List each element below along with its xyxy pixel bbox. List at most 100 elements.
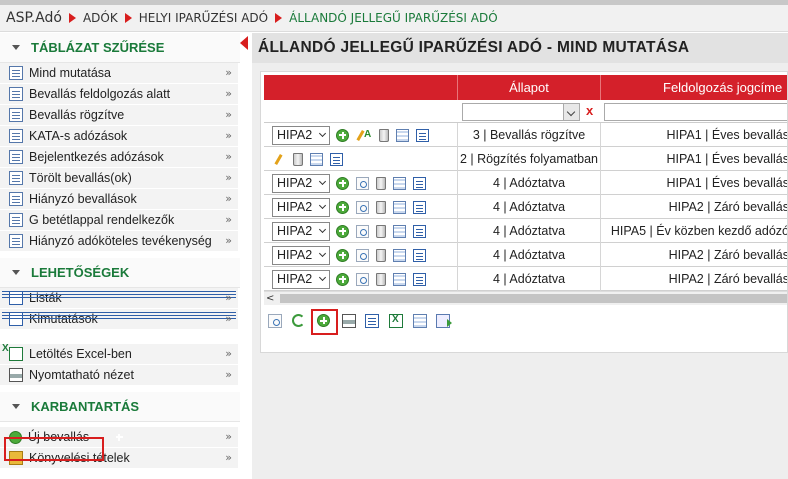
hipa-select[interactable]: HIPA2 — [272, 221, 330, 241]
grid-icon[interactable] — [310, 152, 323, 166]
select-value: HIPA2 — [277, 247, 313, 262]
select-value: HIPA2 — [277, 199, 313, 214]
section-header-maintenance[interactable]: KARBANTARTÁS — [0, 392, 240, 422]
printer-icon[interactable] — [342, 314, 356, 328]
search-icon[interactable] — [268, 314, 282, 328]
horizontal-scrollbar[interactable]: < — [264, 291, 787, 305]
add-icon[interactable] — [336, 200, 349, 214]
grid-panel: Állapot Feldolgozás jogcíme x HIPA2 A 3 … — [260, 71, 788, 353]
document-icon[interactable] — [413, 272, 426, 286]
add-icon[interactable] — [336, 176, 349, 190]
delete-icon[interactable] — [293, 152, 303, 166]
document-icon[interactable] — [413, 176, 426, 190]
feldolgozas-filter-select[interactable] — [604, 103, 787, 121]
document-icon[interactable] — [416, 128, 429, 142]
allapot-filter-select[interactable] — [462, 103, 580, 121]
section-header-options[interactable]: LEHETŐSÉGEK — [0, 258, 240, 288]
hipa-select[interactable]: HIPA2 — [272, 245, 330, 265]
chevron-down-icon — [318, 177, 327, 185]
sidebar-item-feldolgozas-alatt[interactable]: Bevallás feldolgozás alatt » — [0, 84, 238, 105]
view-icon[interactable] — [356, 224, 369, 238]
edit-a-icon[interactable]: A — [356, 129, 372, 142]
sidebar-item-bejelentkezes[interactable]: Bejelentkezés adózások » — [0, 147, 238, 168]
grid-icon[interactable] — [396, 128, 409, 142]
document-icon — [9, 66, 23, 80]
add-icon[interactable] — [336, 248, 349, 262]
chevron-right-icon: » — [225, 87, 232, 100]
grid-settings-icon[interactable] — [413, 314, 427, 328]
sidebar-item-label: Bejelentkezés adózások — [29, 150, 164, 164]
scroll-left-icon[interactable]: < — [266, 293, 274, 304]
sidebar-item-excel-letoltes[interactable]: Letöltés Excel-ben » — [0, 344, 238, 365]
hipa-select[interactable]: HIPA2 — [272, 173, 330, 193]
grid-icon[interactable] — [393, 200, 406, 214]
add-icon[interactable] — [336, 224, 349, 238]
add-icon[interactable] — [336, 128, 349, 142]
sidebar-item-label: Kimutatások — [29, 312, 98, 326]
chevron-right-icon: » — [225, 451, 232, 464]
document-icon[interactable] — [413, 248, 426, 262]
view-icon[interactable] — [356, 176, 369, 190]
cell-feldolgozas: HIPA2 | Záró bevallás — [600, 243, 787, 267]
row-actions: HIPA2 — [264, 243, 457, 267]
sidebar-item-nyomtathato[interactable]: Nyomtatható nézet » — [0, 365, 238, 386]
delete-icon[interactable] — [376, 200, 386, 214]
hipa-select[interactable]: HIPA2 — [272, 125, 330, 145]
cell-allapot: 4 | Adóztatva — [457, 267, 600, 291]
sidebar-item-hianyzo[interactable]: Hiányzó bevallások » — [0, 189, 238, 210]
row-actions: HIPA2 — [264, 219, 457, 243]
cell-allapot: 4 | Adóztatva — [457, 243, 600, 267]
refresh-icon[interactable] — [292, 314, 305, 327]
edit-icon[interactable] — [272, 153, 286, 166]
excel-icon[interactable] — [389, 314, 403, 328]
chevron-right-icon: » — [225, 129, 232, 142]
sidebar-item-g-betetlap[interactable]: G betétlappal rendelkezők » — [0, 210, 238, 231]
breadcrumb-app[interactable]: ASP.Adó — [6, 10, 62, 26]
hipa-select[interactable]: HIPA2 — [272, 269, 330, 289]
hipa-select[interactable]: HIPA2 — [272, 197, 330, 217]
delete-icon[interactable] — [379, 128, 389, 142]
grid-icon[interactable] — [393, 224, 406, 238]
view-icon[interactable] — [356, 200, 369, 214]
view-icon[interactable] — [356, 272, 369, 286]
breadcrumb-item-hipa[interactable]: HELYI IPARŰZÉSI ADÓ — [139, 11, 268, 25]
sidebar-item-torolt[interactable]: Törölt bevallás(ok) » — [0, 168, 238, 189]
cell-feldolgozas: HIPA1 | Éves bevallás — [600, 147, 787, 171]
sidebar-item-kimutatasok[interactable]: Kimutatások » — [0, 309, 238, 330]
chevron-right-icon: » — [225, 312, 232, 325]
document-icon[interactable] — [413, 200, 426, 214]
grid-icon[interactable] — [393, 272, 406, 286]
add-icon[interactable] — [336, 272, 349, 286]
document-icon[interactable] — [413, 224, 426, 238]
delete-icon[interactable] — [376, 224, 386, 238]
select-value: HIPA2 — [277, 223, 313, 238]
delete-icon[interactable] — [376, 176, 386, 190]
sidebar-item-label: Mind mutatása — [29, 66, 111, 80]
document-icon[interactable] — [365, 314, 379, 328]
grid-icon[interactable] — [393, 248, 406, 262]
chevron-right-icon: » — [225, 291, 232, 304]
cell-allapot: 2 | Rögzítés folyamatban — [457, 147, 600, 171]
sidebar-item-kata[interactable]: KATA-s adózások » — [0, 126, 238, 147]
sidebar-item-rogzitve[interactable]: Bevallás rögzítve » — [0, 105, 238, 126]
column-header-feldolgozas[interactable]: Feldolgozás jogcíme — [600, 75, 787, 100]
export-icon[interactable] — [436, 314, 452, 328]
grid-icon[interactable] — [393, 176, 406, 190]
table-row: HIPA2 4 | Adóztatva HIPA2 | Záró bevallá… — [264, 195, 787, 219]
breadcrumb-item-adok[interactable]: ADÓK — [83, 11, 118, 25]
cell-allapot: 3 | Bevallás rögzítve — [457, 123, 600, 147]
clear-filter-icon[interactable]: x — [586, 103, 593, 118]
section-header-filter[interactable]: TÁBLÁZAT SZŰRÉSE — [0, 33, 240, 63]
delete-icon[interactable] — [376, 248, 386, 262]
sidebar-collapse-icon[interactable] — [240, 36, 248, 50]
sidebar-item-listak[interactable]: Listák » — [0, 288, 238, 309]
sidebar-item-mind-mutatasa[interactable]: Mind mutatása » — [0, 63, 238, 84]
view-icon[interactable] — [356, 248, 369, 262]
column-header-allapot[interactable]: Állapot — [457, 75, 600, 100]
chevron-right-icon: » — [225, 213, 232, 226]
sidebar-item-hianyzo-tevekenyseg[interactable]: Hiányzó adóköteles tevékenység » — [0, 231, 238, 252]
scroll-thumb[interactable] — [280, 294, 787, 303]
document-icon[interactable] — [330, 152, 343, 166]
delete-icon[interactable] — [376, 272, 386, 286]
row-actions: HIPA2 A — [264, 123, 457, 147]
